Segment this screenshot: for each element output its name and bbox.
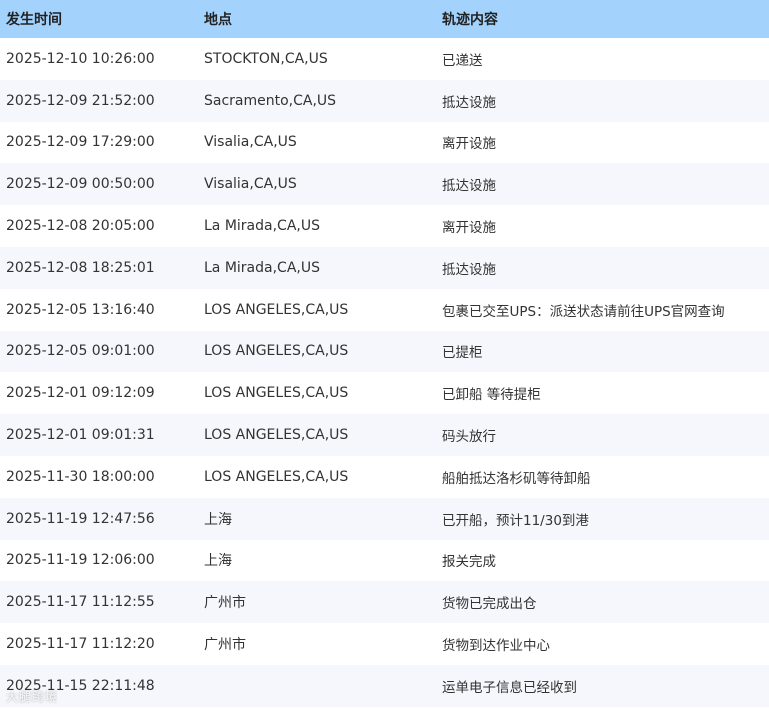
table-row: 2025-12-05 13:16:40 LOS ANGELES,CA,US 包裹已交… bbox=[0, 288, 769, 331]
table-row: 2025-12-08 20:05:00 La Mirada,CA,US 离开设施 bbox=[0, 205, 769, 247]
table-row: 2025-11-30 18:00:00 LOS ANGELES,CA,US 船舶抵达… bbox=[0, 455, 769, 498]
event-time-cell: 2025-12-01 09:12:09 bbox=[6, 385, 155, 402]
event-content-cell: 抵达设施 bbox=[442, 261, 496, 278]
event-time-cell: 2025-12-05 13:16:40 bbox=[6, 301, 155, 318]
event-time-cell: 2025-12-09 17:29:00 bbox=[6, 134, 155, 151]
table-row: 2025-12-05 09:01:00 LOS ANGELES,CA,US 已提柜 bbox=[0, 330, 769, 373]
event-location-cell: La Mirada,CA,US bbox=[204, 259, 320, 276]
event-location-cell: 广州市 bbox=[204, 637, 246, 654]
event-time-cell: 2025-12-08 20:05:00 bbox=[6, 218, 155, 235]
event-location-cell: LOS ANGELES,CA,US bbox=[204, 343, 349, 360]
header-row: 发生时间 地点 轨迹内容 bbox=[0, 0, 769, 38]
event-time-cell: 2025-11-30 18:00:00 bbox=[6, 468, 155, 485]
event-location-cell: STOCKTON,CA,US bbox=[204, 50, 328, 67]
event-location-cell: Visalia,CA,US bbox=[204, 134, 297, 151]
event-location-cell: La Mirada,CA,US bbox=[204, 218, 320, 235]
watermark: 大腿跨境 bbox=[6, 690, 59, 704]
event-content-cell: 已开船，预计11/30到港 bbox=[442, 512, 589, 529]
event-content-cell: 码头放行 bbox=[442, 429, 496, 446]
event-time-cell: 2025-12-09 21:52:00 bbox=[6, 92, 155, 109]
event-time-cell: 2025-12-09 00:50:00 bbox=[6, 176, 155, 193]
table-row: 2025-12-09 21:52:00 Sacramento,CA,US 抵达设施 bbox=[0, 79, 769, 122]
event-location-cell: Sacramento,CA,US bbox=[204, 92, 337, 109]
table-row: 2025-12-01 09:01:31 LOS ANGELES,CA,US 码头放行 bbox=[0, 414, 769, 456]
table-row: 2025-11-17 11:12:20 广州市 货物到达作业中心 bbox=[0, 623, 769, 665]
event-content-cell: 离开设施 bbox=[442, 220, 496, 237]
event-content-cell: 离开设施 bbox=[442, 136, 496, 153]
event-content-cell: 包裹已交至UPS：派送状态请前往UPS官网查询 bbox=[442, 303, 725, 320]
table-row: 2025-12-09 17:29:00 Visalia,CA,US 离开设施 bbox=[0, 121, 769, 164]
event-content-cell: 货物已完成出仓 bbox=[442, 596, 537, 613]
tracking-table: 发生时间 地点 轨迹内容 2025-12-10 10:26:00 STOCKTON… bbox=[0, 0, 769, 707]
tracking-table-header: 发生时间 地点 轨迹内容 bbox=[0, 0, 769, 38]
column-header-content: 轨迹内容 bbox=[442, 12, 498, 28]
table-row: 2025-11-19 12:06:00 上海 报关完成 bbox=[0, 539, 769, 582]
event-content-cell: 货物到达作业中心 bbox=[442, 638, 550, 655]
event-time-cell: 2025-11-19 12:06:00 bbox=[6, 552, 155, 569]
tracking-table-body: 2025-12-10 10:26:00 STOCKTON,CA,US 已递送 2025… bbox=[0, 38, 769, 707]
event-time-cell: 2025-11-19 12:47:56 bbox=[6, 510, 155, 527]
event-location-cell bbox=[198, 665, 436, 707]
event-content-cell: 船舶抵达洛杉矶等待卸船 bbox=[442, 470, 591, 487]
event-location-cell: Visalia,CA,US bbox=[204, 176, 297, 193]
event-content-cell: 已递送 bbox=[442, 52, 483, 69]
table-row: 2025-11-19 12:47:56 上海 已开船，预计11/30到港 bbox=[0, 497, 769, 540]
event-location-cell: LOS ANGELES,CA,US bbox=[204, 427, 349, 444]
event-content-cell: 抵达设施 bbox=[442, 94, 496, 111]
event-time-cell: 2025-12-10 10:26:00 bbox=[6, 50, 155, 67]
event-location-cell: 广州市 bbox=[204, 595, 246, 612]
table-row: 2025-12-08 18:25:01 La Mirada,CA,US 抵达设施 bbox=[0, 246, 769, 289]
event-time-cell: 2025-12-05 09:01:00 bbox=[6, 343, 155, 360]
event-time-cell: 2025-12-08 18:25:01 bbox=[6, 259, 155, 276]
event-location-cell: 上海 bbox=[204, 511, 232, 528]
event-content-cell: 报关完成 bbox=[442, 554, 496, 571]
event-content-cell: 运单电子信息已经收到 bbox=[442, 679, 577, 696]
event-content-cell: 已卸船 等待提柜 bbox=[442, 387, 541, 404]
event-location-cell: LOS ANGELES,CA,US bbox=[204, 468, 349, 485]
event-time-cell: 2025-12-01 09:01:31 bbox=[6, 427, 155, 444]
event-time-cell: 2025-11-17 11:12:55 bbox=[6, 594, 155, 611]
table-row: 2025-11-17 11:12:55 广州市 货物已完成出仓 bbox=[0, 581, 769, 624]
column-header-location: 地点 bbox=[204, 12, 232, 28]
event-content-cell: 抵达设施 bbox=[442, 178, 496, 195]
event-time-cell: 2025-11-17 11:12:20 bbox=[6, 636, 155, 653]
event-location-cell: 上海 bbox=[204, 553, 232, 570]
table-row: 2025-12-10 10:26:00 STOCKTON,CA,US 已递送 bbox=[0, 38, 769, 80]
table-row: 2025-12-09 00:50:00 Visalia,CA,US 抵达设施 bbox=[0, 163, 769, 206]
column-header-time: 发生时间 bbox=[6, 12, 62, 28]
table-row: 2025-11-15 22:11:48 运单电子信息已经收到 bbox=[0, 664, 769, 707]
table-row: 2025-12-01 09:12:09 LOS ANGELES,CA,US 已卸船 … bbox=[0, 372, 769, 415]
event-location-cell: LOS ANGELES,CA,US bbox=[204, 385, 349, 402]
event-location-cell: LOS ANGELES,CA,US bbox=[204, 301, 349, 318]
event-content-cell: 已提柜 bbox=[442, 345, 483, 362]
